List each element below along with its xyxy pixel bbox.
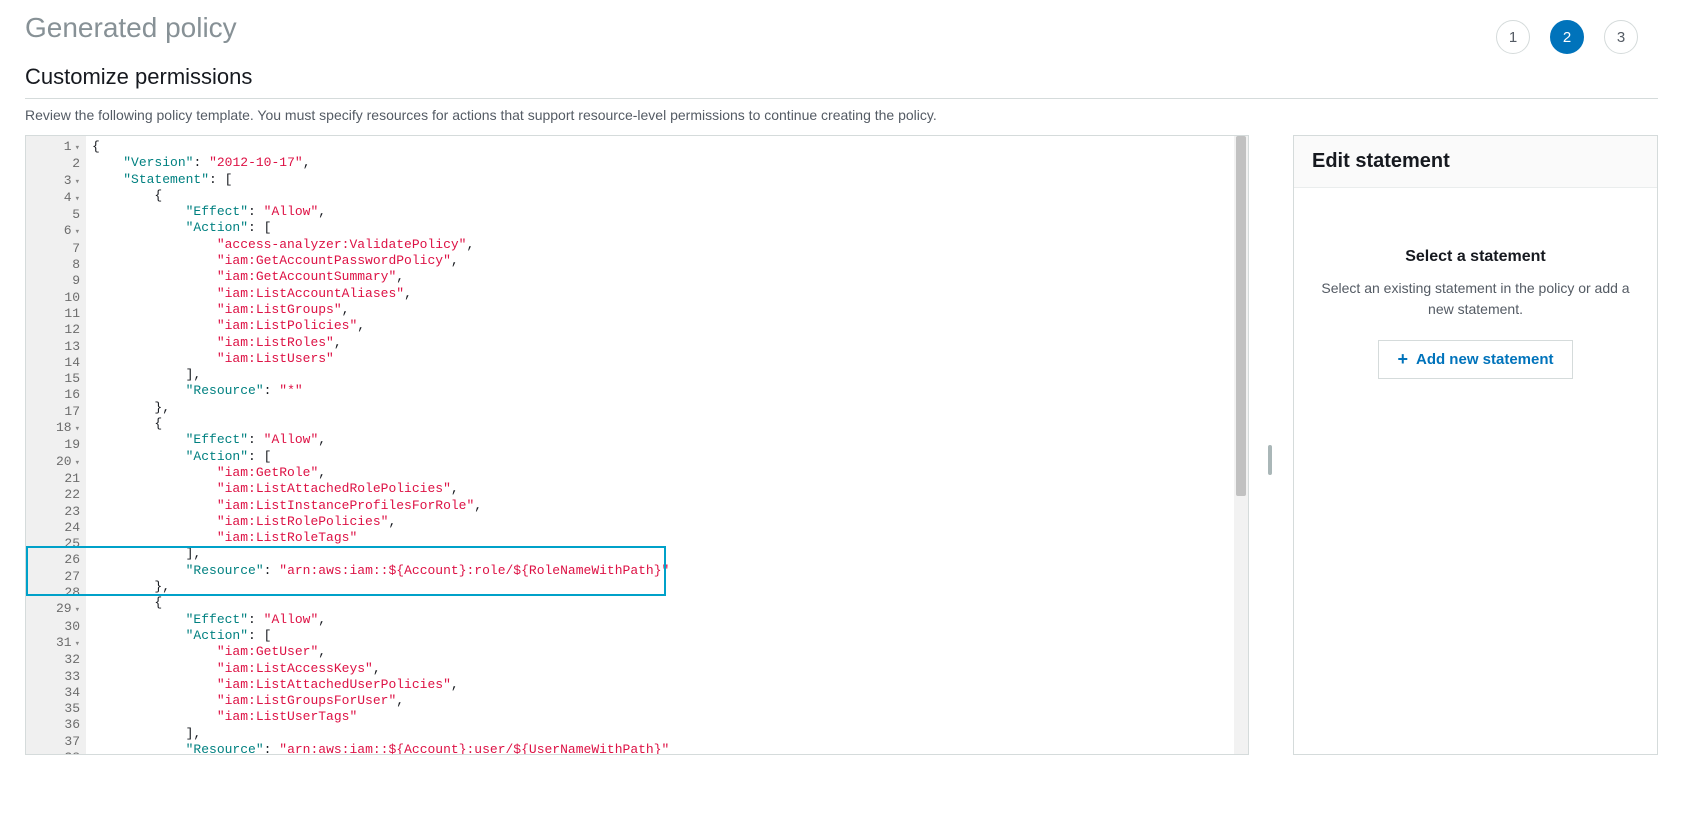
editor-scrollbar[interactable]: [1234, 136, 1248, 754]
add-new-statement-label: Add new statement: [1416, 351, 1554, 368]
plus-icon: +: [1397, 349, 1408, 370]
add-new-statement-button[interactable]: + Add new statement: [1378, 340, 1572, 379]
wizard-step-3[interactable]: 3: [1604, 20, 1638, 54]
editor-code-area[interactable]: { "Version": "2012-10-17", "Statement": …: [86, 136, 1234, 754]
split-handle[interactable]: [1269, 135, 1273, 755]
section-description: Review the following policy template. Yo…: [25, 107, 1658, 123]
wizard-step-1[interactable]: 1: [1496, 20, 1530, 54]
edit-statement-header: Edit statement: [1294, 136, 1657, 188]
select-statement-title: Select a statement: [1314, 248, 1637, 266]
select-statement-text: Select an existing statement in the poli…: [1314, 278, 1637, 320]
wizard-steps: 1 2 3: [1496, 20, 1638, 54]
edit-statement-panel: Edit statement Select a statement Select…: [1293, 135, 1658, 755]
editor-gutter: 1234567891011121314151617181920212223242…: [26, 136, 86, 754]
policy-editor[interactable]: 1234567891011121314151617181920212223242…: [25, 135, 1249, 755]
wizard-step-2[interactable]: 2: [1550, 20, 1584, 54]
section-title: Customize permissions: [25, 64, 1658, 99]
page-title: Generated policy: [25, 12, 1658, 44]
editor-scrollbar-thumb[interactable]: [1236, 136, 1246, 496]
